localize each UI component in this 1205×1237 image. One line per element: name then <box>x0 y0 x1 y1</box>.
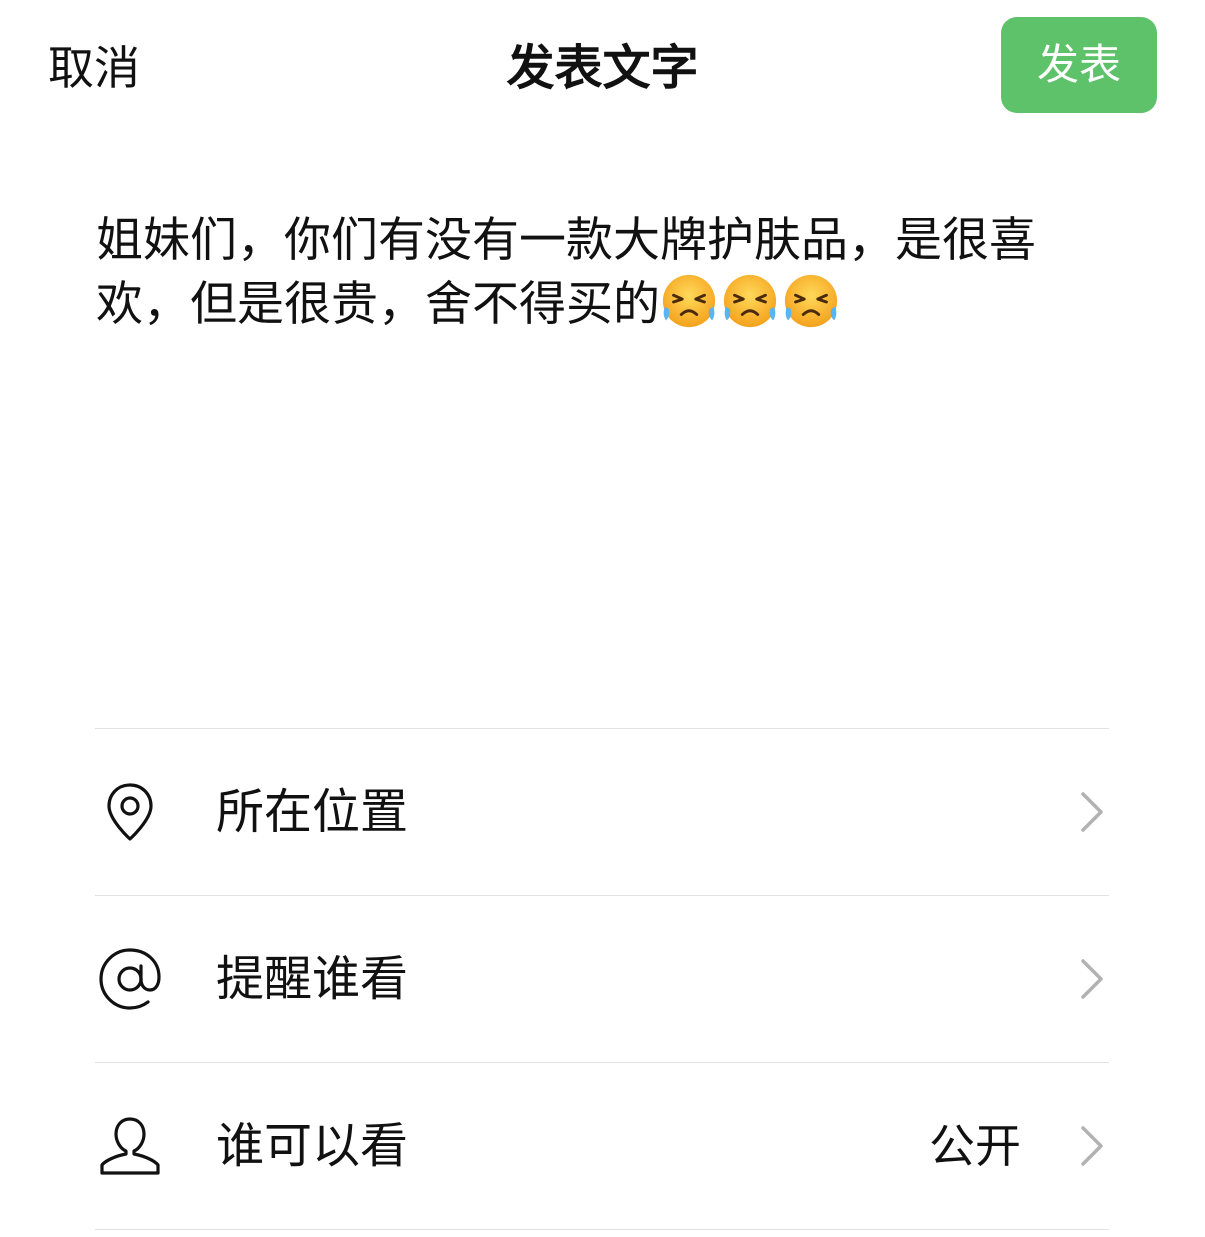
option-location-label: 所在位置 <box>216 784 409 840</box>
at-sign-icon <box>99 948 161 1010</box>
option-visibility[interactable]: 谁可以看 公开 <box>95 1063 1109 1229</box>
publish-button[interactable]: 发表 <box>1001 17 1157 113</box>
option-visibility-label: 谁可以看 <box>216 1118 409 1174</box>
loudly-crying-face-icon <box>784 274 838 328</box>
chevron-right-icon <box>1081 1126 1103 1166</box>
loudly-crying-face-icon <box>662 274 716 328</box>
option-mention[interactable]: 提醒谁看 <box>95 896 1109 1062</box>
divider <box>95 1229 1109 1230</box>
post-options-list: 所在位置 提醒谁看 谁可以看 公开 <box>95 728 1109 1230</box>
chevron-right-icon <box>1081 959 1103 999</box>
post-text: 姐妹们，你们有没有一款大牌护肤品，是很喜欢，但是很贵，舍不得买的 <box>96 213 1036 332</box>
compose-text-post-screen: 取消 发表文字 发表 姐妹们，你们有没有一款大牌护肤品，是很喜欢，但是很贵，舍不… <box>0 0 1205 1237</box>
location-pin-icon <box>107 783 153 841</box>
option-visibility-value: 公开 <box>929 1119 1021 1173</box>
top-bar: 取消 发表文字 发表 <box>0 0 1205 130</box>
loudly-crying-face-icon <box>723 274 777 328</box>
post-text-area[interactable]: 姐妹们，你们有没有一款大牌护肤品，是很喜欢，但是很贵，舍不得买的 <box>96 210 1111 336</box>
person-icon <box>100 1117 160 1175</box>
option-location[interactable]: 所在位置 <box>95 729 1109 895</box>
option-mention-label: 提醒谁看 <box>216 951 409 1007</box>
chevron-right-icon <box>1081 792 1103 832</box>
